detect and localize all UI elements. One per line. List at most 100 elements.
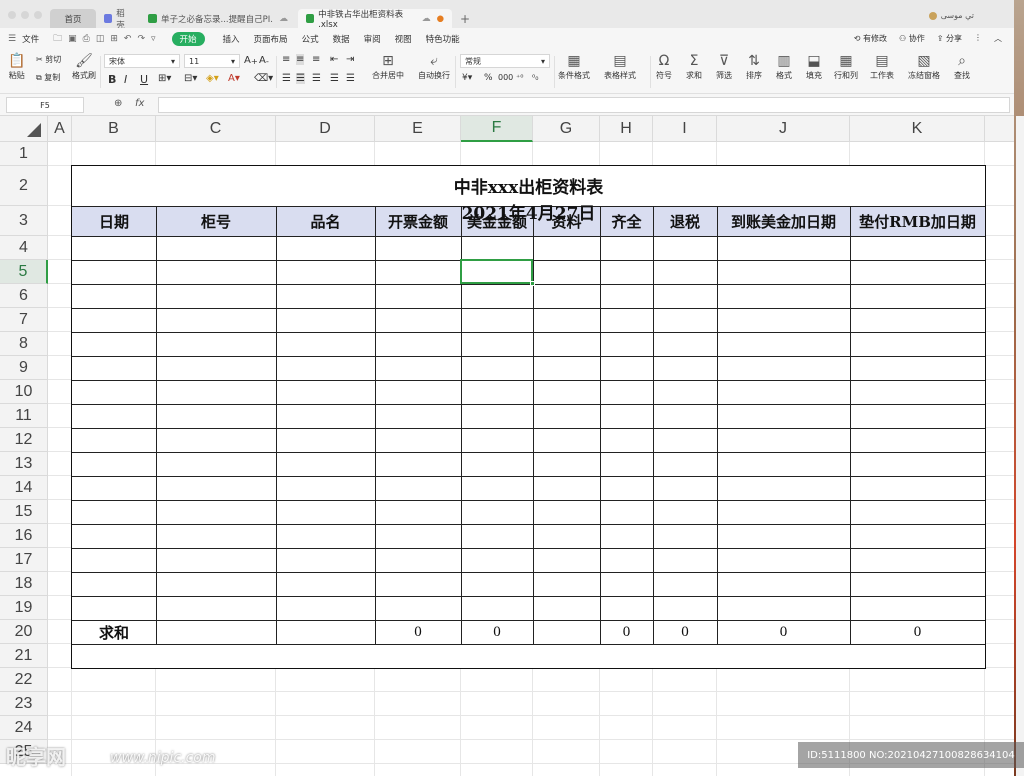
font-family-select[interactable]: 宋体 ▾	[104, 54, 180, 68]
merge-cells-small-button[interactable]: ⊟▾	[184, 73, 197, 84]
row-header-17[interactable]: 17	[0, 548, 48, 572]
clear-format-button[interactable]: ⌫▾	[254, 73, 273, 84]
number-format-select[interactable]: 常规 ▾	[460, 54, 550, 68]
bold-button[interactable]: B	[108, 73, 116, 86]
print-preview-icon[interactable]: ◫	[96, 34, 105, 44]
fill-button[interactable]: ⬓ 填充	[806, 52, 822, 81]
hamburger-menu-icon[interactable]: ☰	[8, 34, 16, 44]
collaborate-button[interactable]: ⚇ 协作	[899, 33, 925, 44]
align-middle-button[interactable]: ≡	[296, 54, 305, 65]
collapse-ribbon-icon[interactable]: ︿	[994, 33, 1002, 44]
row-header-7[interactable]: 7	[0, 308, 48, 332]
formula-input[interactable]	[158, 97, 1010, 113]
fill-color-button[interactable]: ◈▾	[206, 73, 219, 84]
tab-docer[interactable]: 稻壳	[96, 9, 140, 31]
tab-document-1[interactable]: 单子之必备忘录...提醒自己PI. ☁	[140, 9, 296, 28]
column-header-d[interactable]: D	[276, 116, 375, 142]
tab-start[interactable]: 开始	[171, 32, 205, 46]
share-button[interactable]: ⇪ 分享	[937, 33, 962, 44]
currency-button[interactable]: ¥▾	[462, 73, 472, 83]
export-pdf-icon[interactable]: ⊞	[110, 34, 118, 44]
sum-button[interactable]: Σ 求和	[686, 52, 702, 81]
row-header-21[interactable]: 21	[0, 644, 48, 668]
border-button[interactable]: ⊞▾	[158, 73, 171, 84]
selected-cell[interactable]	[460, 259, 533, 284]
more-icon[interactable]: ⋮	[974, 33, 982, 44]
worksheet-grid[interactable]: A B C D E F G H I J K 1 2 3 4 5 6 7 8 9 10 11 12 13 14 15 16 17 18 19…	[0, 116, 1014, 776]
font-color-button[interactable]: A▾	[228, 73, 240, 84]
tab-document-active[interactable]: 中非铁占华出柜资料表 .xlsx ☁ ●	[298, 9, 452, 30]
thousands-button[interactable]: 000	[498, 73, 513, 82]
increase-font-button[interactable]: A +	[244, 55, 258, 66]
row-header-15[interactable]: 15	[0, 500, 48, 524]
underline-button[interactable]: U	[140, 73, 148, 86]
tab-formulas[interactable]: 公式	[302, 33, 319, 45]
new-tab-button[interactable]: +	[456, 9, 476, 28]
row-header-24[interactable]: 24	[0, 716, 48, 740]
increase-decimal-button[interactable]: ⁺⁰	[516, 73, 523, 82]
column-header-e[interactable]: E	[375, 116, 461, 142]
column-header-k[interactable]: K	[850, 116, 985, 142]
menu-file[interactable]: 文件	[22, 33, 39, 45]
changes-button[interactable]: ⟲ 有修改	[854, 33, 887, 44]
close-window-button[interactable]	[8, 11, 16, 19]
row-header-14[interactable]: 14	[0, 476, 48, 500]
cut-button[interactable]: ✂ 剪切	[36, 54, 61, 65]
align-top-button[interactable]: ≡	[282, 54, 290, 65]
tab-review[interactable]: 审阅	[364, 33, 381, 45]
column-header-f[interactable]: F	[461, 116, 533, 142]
open-icon[interactable]: 🗀	[53, 31, 62, 47]
justify-button[interactable]: ☰	[330, 73, 339, 84]
merge-center-button[interactable]: ⊞ 合并居中	[372, 52, 404, 81]
freeze-panes-button[interactable]: ▧ 冻结窗格	[908, 52, 940, 81]
percent-button[interactable]: %	[484, 73, 493, 83]
row-header-9[interactable]: 9	[0, 356, 48, 380]
row-header-18[interactable]: 18	[0, 572, 48, 596]
table-style-button[interactable]: ▤ 表格样式	[604, 52, 636, 81]
row-header-19[interactable]: 19	[0, 596, 48, 620]
format-painter-button[interactable]: 🖌 格式刷	[72, 52, 96, 81]
column-header-j[interactable]: J	[717, 116, 850, 142]
column-header-g[interactable]: G	[533, 116, 600, 142]
tab-home[interactable]: 首页	[50, 9, 96, 28]
column-header-l[interactable]	[985, 116, 1014, 142]
column-header-h[interactable]: H	[600, 116, 653, 142]
italic-button[interactable]: I	[124, 73, 127, 86]
customize-icon[interactable]: ▿	[151, 34, 156, 44]
row-header-16[interactable]: 16	[0, 524, 48, 548]
window-controls[interactable]	[8, 11, 42, 19]
fill-handle[interactable]	[530, 281, 535, 286]
column-header-c[interactable]: C	[156, 116, 276, 142]
symbol-button[interactable]: Ω 符号	[656, 52, 672, 81]
row-header-8[interactable]: 8	[0, 332, 48, 356]
align-left-button[interactable]: ☰	[282, 73, 291, 84]
row-header-11[interactable]: 11	[0, 404, 48, 428]
tab-page-layout[interactable]: 页面布局	[254, 33, 288, 45]
sort-button[interactable]: ⇅ 排序	[746, 52, 762, 81]
indent-decrease-button[interactable]: ⇤	[330, 54, 338, 65]
align-right-button[interactable]: ☰	[312, 73, 321, 84]
name-box[interactable]: F5	[6, 97, 84, 113]
user-account[interactable]: تي موسى	[928, 11, 974, 20]
decrease-font-button[interactable]: A-	[259, 55, 269, 66]
tab-insert[interactable]: 插入	[223, 33, 240, 45]
undo-icon[interactable]: ↶	[124, 34, 132, 44]
function-button[interactable]: fx	[135, 98, 144, 109]
tab-view[interactable]: 视图	[395, 33, 412, 45]
filter-button[interactable]: ⊽ 筛选	[716, 52, 732, 81]
maximize-window-button[interactable]	[34, 11, 42, 19]
column-header-i[interactable]: I	[653, 116, 717, 142]
conditional-format-button[interactable]: ▦ 条件格式	[558, 52, 590, 81]
row-header-1[interactable]: 1	[0, 142, 48, 166]
align-bottom-button[interactable]: ≡	[312, 54, 320, 65]
row-header-5[interactable]: 5	[0, 260, 48, 284]
row-header-12[interactable]: 12	[0, 428, 48, 452]
copy-button[interactable]: ⧉ 复制	[36, 72, 60, 83]
zoom-search-icon[interactable]: ⊕	[114, 98, 122, 109]
row-header-6[interactable]: 6	[0, 284, 48, 308]
wrap-text-button[interactable]: ⤶ 自动换行	[418, 52, 450, 81]
save-icon[interactable]: ▣	[68, 34, 77, 44]
row-header-4[interactable]: 4	[0, 236, 48, 260]
row-header-10[interactable]: 10	[0, 380, 48, 404]
rows-columns-button[interactable]: ▦ 行和列	[834, 52, 858, 81]
